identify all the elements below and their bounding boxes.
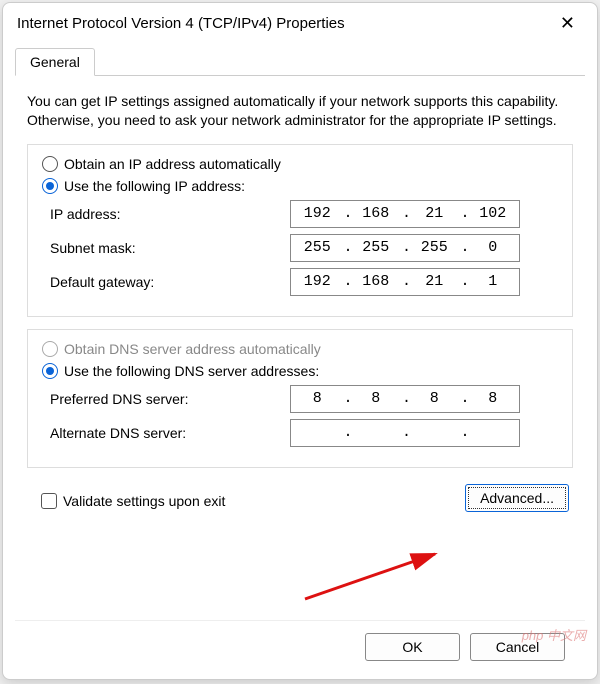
octet[interactable]: 21 bbox=[408, 273, 461, 290]
input-default-gateway[interactable]: 192. 168. 21. 1 bbox=[290, 268, 520, 296]
dialog-window: Internet Protocol Version 4 (TCP/IPv4) P… bbox=[2, 2, 598, 680]
radio-icon bbox=[42, 156, 58, 172]
description-text: You can get IP settings assigned automat… bbox=[27, 92, 573, 130]
input-ip-address[interactable]: 192. 168. 21. 102 bbox=[290, 200, 520, 228]
octet[interactable]: 8 bbox=[408, 390, 461, 407]
close-icon[interactable]: ✕ bbox=[552, 11, 583, 36]
octet[interactable]: 192 bbox=[291, 205, 344, 222]
octet[interactable]: 1 bbox=[467, 273, 520, 290]
octet[interactable]: 192 bbox=[291, 273, 344, 290]
checkbox-icon bbox=[41, 493, 57, 509]
octet[interactable]: 21 bbox=[408, 205, 461, 222]
input-alternate-dns[interactable]: . . . bbox=[290, 419, 520, 447]
radio-dns-manual[interactable]: Use the following DNS server addresses: bbox=[42, 363, 558, 379]
octet[interactable]: 8 bbox=[291, 390, 344, 407]
checkbox-validate-settings[interactable]: Validate settings upon exit bbox=[41, 493, 225, 509]
radio-label: Obtain DNS server address automatically bbox=[64, 341, 321, 357]
octet[interactable]: 8 bbox=[350, 390, 403, 407]
field-label: Preferred DNS server: bbox=[50, 391, 290, 407]
input-preferred-dns[interactable]: 8. 8. 8. 8 bbox=[290, 385, 520, 413]
content-panel: You can get IP settings assigned automat… bbox=[3, 76, 597, 620]
ip-group: Obtain an IP address automatically Use t… bbox=[27, 144, 573, 317]
advanced-button[interactable]: Advanced... bbox=[465, 484, 569, 512]
field-label: Alternate DNS server: bbox=[50, 425, 290, 441]
radio-label: Obtain an IP address automatically bbox=[64, 156, 281, 172]
octet[interactable]: 255 bbox=[350, 239, 403, 256]
octet[interactable]: 8 bbox=[467, 390, 520, 407]
checkbox-label: Validate settings upon exit bbox=[63, 493, 225, 509]
radio-icon bbox=[42, 178, 58, 194]
dns-group: Obtain DNS server address automatically … bbox=[27, 329, 573, 468]
radio-icon bbox=[42, 363, 58, 379]
field-preferred-dns: Preferred DNS server: 8. 8. 8. 8 bbox=[50, 385, 558, 413]
octet[interactable]: 102 bbox=[467, 205, 520, 222]
window-title: Internet Protocol Version 4 (TCP/IPv4) P… bbox=[17, 15, 345, 32]
input-subnet-mask[interactable]: 255. 255. 255. 0 bbox=[290, 234, 520, 262]
field-ip-address: IP address: 192. 168. 21. 102 bbox=[50, 200, 558, 228]
field-subnet-mask: Subnet mask: 255. 255. 255. 0 bbox=[50, 234, 558, 262]
radio-ip-manual[interactable]: Use the following IP address: bbox=[42, 178, 558, 194]
ok-button[interactable]: OK bbox=[365, 633, 460, 661]
dialog-footer: OK Cancel bbox=[15, 620, 585, 679]
field-label: IP address: bbox=[50, 206, 290, 222]
radio-dns-auto: Obtain DNS server address automatically bbox=[42, 341, 558, 357]
tab-general[interactable]: General bbox=[15, 48, 95, 76]
octet[interactable]: 255 bbox=[408, 239, 461, 256]
field-default-gateway: Default gateway: 192. 168. 21. 1 bbox=[50, 268, 558, 296]
radio-label: Use the following IP address: bbox=[64, 178, 245, 194]
radio-icon bbox=[42, 341, 58, 357]
tab-strip: General bbox=[15, 48, 585, 76]
titlebar: Internet Protocol Version 4 (TCP/IPv4) P… bbox=[3, 3, 597, 40]
octet[interactable]: 0 bbox=[467, 239, 520, 256]
field-label: Subnet mask: bbox=[50, 240, 290, 256]
radio-ip-auto[interactable]: Obtain an IP address automatically bbox=[42, 156, 558, 172]
octet[interactable]: 255 bbox=[291, 239, 344, 256]
octet[interactable]: 168 bbox=[350, 273, 403, 290]
watermark-text: php 中文网 bbox=[522, 625, 586, 644]
field-label: Default gateway: bbox=[50, 274, 290, 290]
field-alternate-dns: Alternate DNS server: . . . bbox=[50, 419, 558, 447]
octet[interactable]: 168 bbox=[350, 205, 403, 222]
radio-label: Use the following DNS server addresses: bbox=[64, 363, 319, 379]
